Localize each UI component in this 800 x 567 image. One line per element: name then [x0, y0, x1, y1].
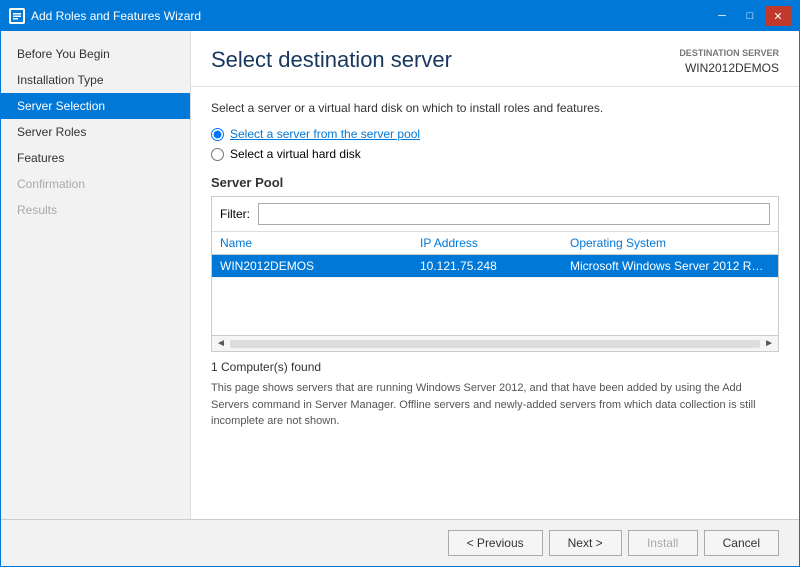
sidebar-item-before-you-begin[interactable]: Before You Begin	[1, 41, 190, 67]
destination-server: DESTINATION SERVER WIN2012DEMOS	[679, 47, 779, 76]
scroll-left-icon[interactable]: ◄	[216, 338, 226, 349]
page-title: Select destination server	[211, 47, 452, 73]
minimize-button[interactable]: ─	[709, 6, 735, 26]
cell-ip: 10.121.75.248	[420, 259, 570, 273]
filter-input[interactable]	[258, 203, 770, 225]
col-name-header[interactable]: Name	[220, 236, 420, 250]
info-text: This page shows servers that are running…	[211, 380, 779, 430]
scroll-track[interactable]	[230, 340, 760, 348]
previous-button[interactable]: < Previous	[448, 530, 543, 556]
header-section: Select destination server DESTINATION SE…	[191, 31, 799, 87]
col-ip-header[interactable]: IP Address	[420, 236, 570, 250]
body-section: Select a server or a virtual hard disk o…	[191, 87, 799, 519]
sidebar-item-installation-type[interactable]: Installation Type	[1, 67, 190, 93]
sidebar-item-features[interactable]: Features	[1, 145, 190, 171]
cancel-button[interactable]: Cancel	[704, 530, 779, 556]
content-area: Before You Begin Installation Type Serve…	[1, 31, 799, 519]
radio-server-pool-label[interactable]: Select a server from the server pool	[230, 127, 420, 141]
maximize-button[interactable]: □	[737, 6, 763, 26]
filter-label: Filter:	[220, 207, 250, 221]
radio-group: Select a server from the server pool Sel…	[211, 127, 779, 161]
titlebar-left: Add Roles and Features Wizard	[9, 8, 201, 24]
sidebar-item-server-roles[interactable]: Server Roles	[1, 119, 190, 145]
destination-value: WIN2012DEMOS	[679, 60, 779, 77]
table-body: WIN2012DEMOS 10.121.75.248 Microsoft Win…	[212, 255, 778, 335]
table-header: Name IP Address Operating System	[212, 232, 778, 255]
computers-found: 1 Computer(s) found	[211, 360, 779, 374]
sidebar-item-server-selection[interactable]: Server Selection	[1, 93, 190, 119]
cell-os: Microsoft Windows Server 2012 Release Ca…	[570, 259, 770, 273]
install-button[interactable]: Install	[628, 530, 698, 556]
titlebar-title: Add Roles and Features Wizard	[31, 9, 201, 23]
scroll-right-icon[interactable]: ►	[764, 338, 774, 349]
wizard-window: Add Roles and Features Wizard ─ □ ✕ Befo…	[0, 0, 800, 567]
radio-server-pool-option: Select a server from the server pool	[211, 127, 779, 141]
scrollbar-row: ◄ ►	[212, 335, 778, 351]
server-pool-section: Filter: Name IP Address Operating System…	[211, 196, 779, 352]
filter-row: Filter:	[212, 197, 778, 232]
footer: < Previous Next > Install Cancel	[1, 519, 799, 566]
radio-vhd-option: Select a virtual hard disk	[211, 147, 779, 161]
table-row[interactable]: WIN2012DEMOS 10.121.75.248 Microsoft Win…	[212, 255, 778, 278]
cell-name: WIN2012DEMOS	[220, 259, 420, 273]
titlebar: Add Roles and Features Wizard ─ □ ✕	[1, 1, 799, 31]
description: Select a server or a virtual hard disk o…	[211, 101, 779, 115]
radio-vhd-label[interactable]: Select a virtual hard disk	[230, 147, 361, 161]
main-content: Select destination server DESTINATION SE…	[191, 31, 799, 519]
close-button[interactable]: ✕	[765, 6, 791, 26]
titlebar-controls: ─ □ ✕	[709, 6, 791, 26]
sidebar-item-results: Results	[1, 197, 190, 223]
sidebar: Before You Begin Installation Type Serve…	[1, 31, 191, 519]
col-os-header[interactable]: Operating System	[570, 236, 770, 250]
wizard-icon	[9, 8, 25, 24]
next-button[interactable]: Next >	[549, 530, 622, 556]
sidebar-item-confirmation: Confirmation	[1, 171, 190, 197]
radio-server-pool[interactable]	[211, 128, 224, 141]
radio-vhd[interactable]	[211, 148, 224, 161]
server-pool-label: Server Pool	[211, 175, 779, 190]
destination-label: DESTINATION SERVER	[679, 47, 779, 60]
